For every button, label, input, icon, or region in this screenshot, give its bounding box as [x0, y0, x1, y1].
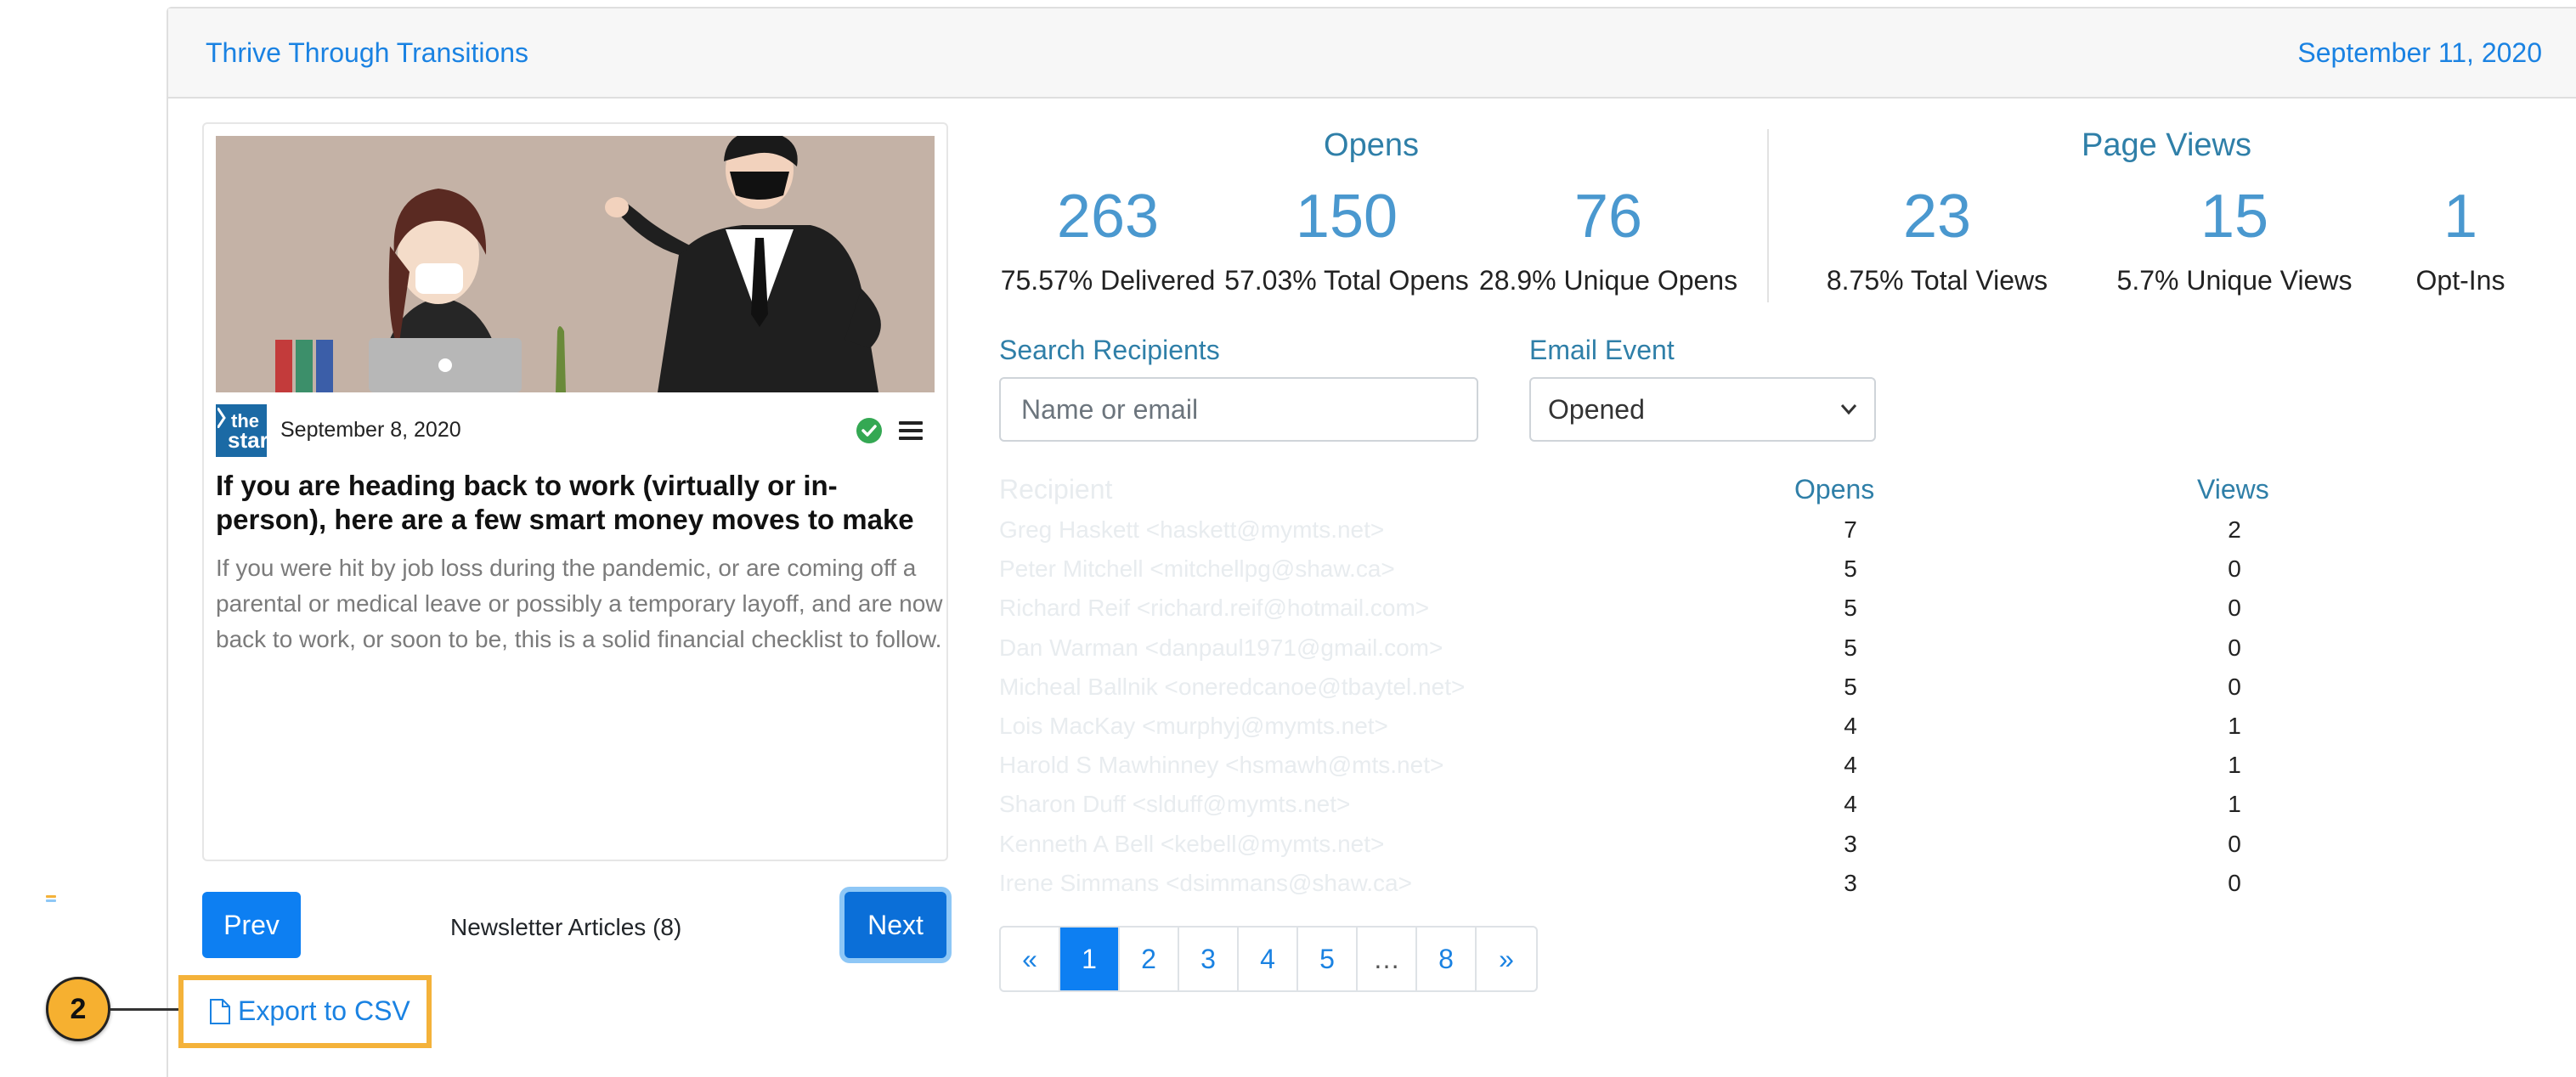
step-badge: 2	[46, 977, 110, 1041]
article-date: September 8, 2020	[280, 418, 461, 442]
recipient-name[interactable]: Irene Simmans <dsimmans@shaw.ca>	[999, 870, 1412, 897]
recipient-name[interactable]: Harold S Mawhinney <hsmawh@mts.net>	[999, 752, 1443, 779]
source-logo: the star	[216, 404, 268, 457]
stat-total-opens-label: 57.03% Total Opens	[1224, 265, 1469, 296]
prev-button[interactable]: Prev	[202, 892, 301, 958]
recipient-opens: 4	[1844, 791, 1857, 818]
article-summary: If you were hit by job loss during the p…	[216, 555, 943, 652]
page-link[interactable]: 3	[1179, 928, 1239, 990]
recipient-name[interactable]: Richard Reif <richard.reif@hotmail.com>	[999, 595, 1429, 622]
recipient-name[interactable]: Micheal Ballnik <oneredcanoe@tbaytel.net…	[999, 674, 1465, 701]
recipient-opens: 7	[1844, 516, 1857, 543]
recipient-column-header[interactable]: Recipient	[999, 474, 1112, 505]
stats-divider	[1767, 129, 1769, 302]
email-event-value: Opened	[1548, 393, 1645, 425]
table-row: Richard Reif <richard.reif@hotmail.com> 5…	[999, 595, 2359, 634]
email-event-label: Email Event	[1529, 335, 1675, 365]
recipient-views: 0	[2228, 634, 2241, 661]
opens-heading: Opens	[1324, 127, 1419, 163]
check-circle-icon	[856, 418, 882, 443]
recipient-opens: 4	[1844, 713, 1857, 739]
table-row: Dan Warman <danpaul1971@gmail.com> 5 0	[999, 634, 2359, 674]
table-row: Kenneth A Bell <kebell@mymts.net> 3 0	[999, 831, 2359, 870]
page-link[interactable]: 2	[1120, 928, 1179, 990]
page-link[interactable]: »	[1477, 928, 1536, 990]
table-row: Greg Haskett <haskett@mymts.net> 7 2	[999, 516, 2359, 555]
file-icon	[210, 998, 230, 1024]
page-views-heading: Page Views	[2082, 127, 2251, 163]
page-link[interactable]: 8	[1417, 928, 1477, 990]
search-recipients-input[interactable]	[999, 377, 1478, 442]
recipient-name[interactable]: Greg Haskett <haskett@mymts.net>	[999, 516, 1384, 544]
stat-unique-views-value: 15	[2200, 183, 2269, 251]
recipient-opens: 3	[1844, 830, 1857, 857]
table-row: Micheal Ballnik <oneredcanoe@tbaytel.net…	[999, 674, 2359, 713]
page-link[interactable]: 1	[1060, 928, 1120, 990]
export-csv-label: Export to CSV	[238, 995, 410, 1026]
page-link[interactable]: «	[1001, 928, 1060, 990]
stat-unique-views-label: 5.7% Unique Views	[2116, 265, 2353, 296]
export-csv-link[interactable]: Export to CSV	[209, 995, 410, 1027]
stat-opt-ins-label: Opt-Ins	[2415, 265, 2505, 296]
hamburger-menu-icon[interactable]	[899, 421, 923, 442]
recipient-views: 1	[2228, 713, 2241, 739]
views-column-header[interactable]: Views	[2197, 474, 2269, 505]
recipient-opens: 5	[1844, 595, 1857, 622]
email-event-select[interactable]: Opened	[1529, 377, 1876, 442]
recipient-name[interactable]: Sharon Duff <slduff@mymts.net>	[999, 791, 1350, 818]
recipient-views: 0	[2228, 869, 2241, 896]
recipient-views: 0	[2228, 673, 2241, 700]
card-header: Thrive Through Transitions September 11,…	[168, 8, 2576, 99]
article-card: the star September 8, 2020 If you are he…	[202, 122, 948, 861]
table-row: Harold S Mawhinney <hsmawh@mts.net> 4 1	[999, 752, 2359, 791]
newsletter-date: September 11, 2020	[2297, 37, 2542, 68]
stat-unique-opens-value: 76	[1573, 183, 1643, 251]
recipient-name[interactable]: Peter Mitchell <mitchellpg@shaw.ca>	[999, 555, 1395, 583]
stat-total-views-label: 8.75% Total Views	[1826, 265, 2048, 296]
articles-count: Newsletter Articles (8)	[450, 914, 682, 940]
stat-total-views-value: 23	[1902, 183, 1972, 251]
table-row: Lois MacKay <murphyj@mymts.net> 4 1	[999, 713, 2359, 752]
recipient-views: 0	[2228, 830, 2241, 857]
recipient-views: 2	[2228, 516, 2241, 543]
table-row: Sharon Duff <slduff@mymts.net> 4 1	[999, 791, 2359, 830]
article-title[interactable]: If you are heading back to work (virtual…	[216, 469, 938, 537]
search-recipients-label: Search Recipients	[999, 335, 1220, 365]
recipient-name[interactable]: Kenneth A Bell <kebell@mymts.net>	[999, 831, 1384, 858]
newsletter-title[interactable]: Thrive Through Transitions	[206, 37, 528, 69]
stat-total-opens-value: 150	[1295, 183, 1398, 251]
recipient-opens: 4	[1844, 752, 1857, 779]
article-image	[216, 136, 935, 392]
side-marker-icon	[46, 895, 56, 905]
table-row: Irene Simmans <dsimmans@shaw.ca> 3 0	[999, 870, 2359, 909]
page-link[interactable]: 4	[1239, 928, 1298, 990]
recipient-name[interactable]: Dan Warman <danpaul1971@gmail.com>	[999, 634, 1443, 662]
page-link[interactable]: 5	[1298, 928, 1358, 990]
opens-column-header[interactable]: Opens	[1794, 474, 1874, 505]
next-button[interactable]: Next	[845, 892, 946, 958]
recipient-views: 0	[2228, 595, 2241, 622]
table-row: Peter Mitchell <mitchellpg@shaw.ca> 5 0	[999, 555, 2359, 595]
stat-unique-opens-label: 28.9% Unique Opens	[1478, 265, 1738, 296]
recipient-opens: 5	[1844, 673, 1857, 700]
chevron-down-icon	[1840, 404, 1857, 415]
recipient-opens: 5	[1844, 634, 1857, 661]
recipient-opens: 3	[1844, 869, 1857, 896]
recipient-opens: 5	[1844, 555, 1857, 583]
step-connector	[110, 1008, 180, 1011]
recipient-name[interactable]: Lois MacKay <murphyj@mymts.net>	[999, 713, 1388, 740]
stat-opt-ins-value: 1	[2443, 183, 2478, 251]
stat-delivered-value: 263	[1056, 183, 1160, 251]
stat-delivered-label: 75.57% Delivered	[1000, 265, 1216, 296]
page-link[interactable]: …	[1358, 928, 1417, 990]
export-highlight: Export to CSV	[178, 975, 432, 1048]
recipient-views: 0	[2228, 555, 2241, 583]
pagination: «1 2 3 4 5… 8»	[999, 926, 1538, 992]
recipient-views: 1	[2228, 791, 2241, 818]
recipient-views: 1	[2228, 752, 2241, 779]
